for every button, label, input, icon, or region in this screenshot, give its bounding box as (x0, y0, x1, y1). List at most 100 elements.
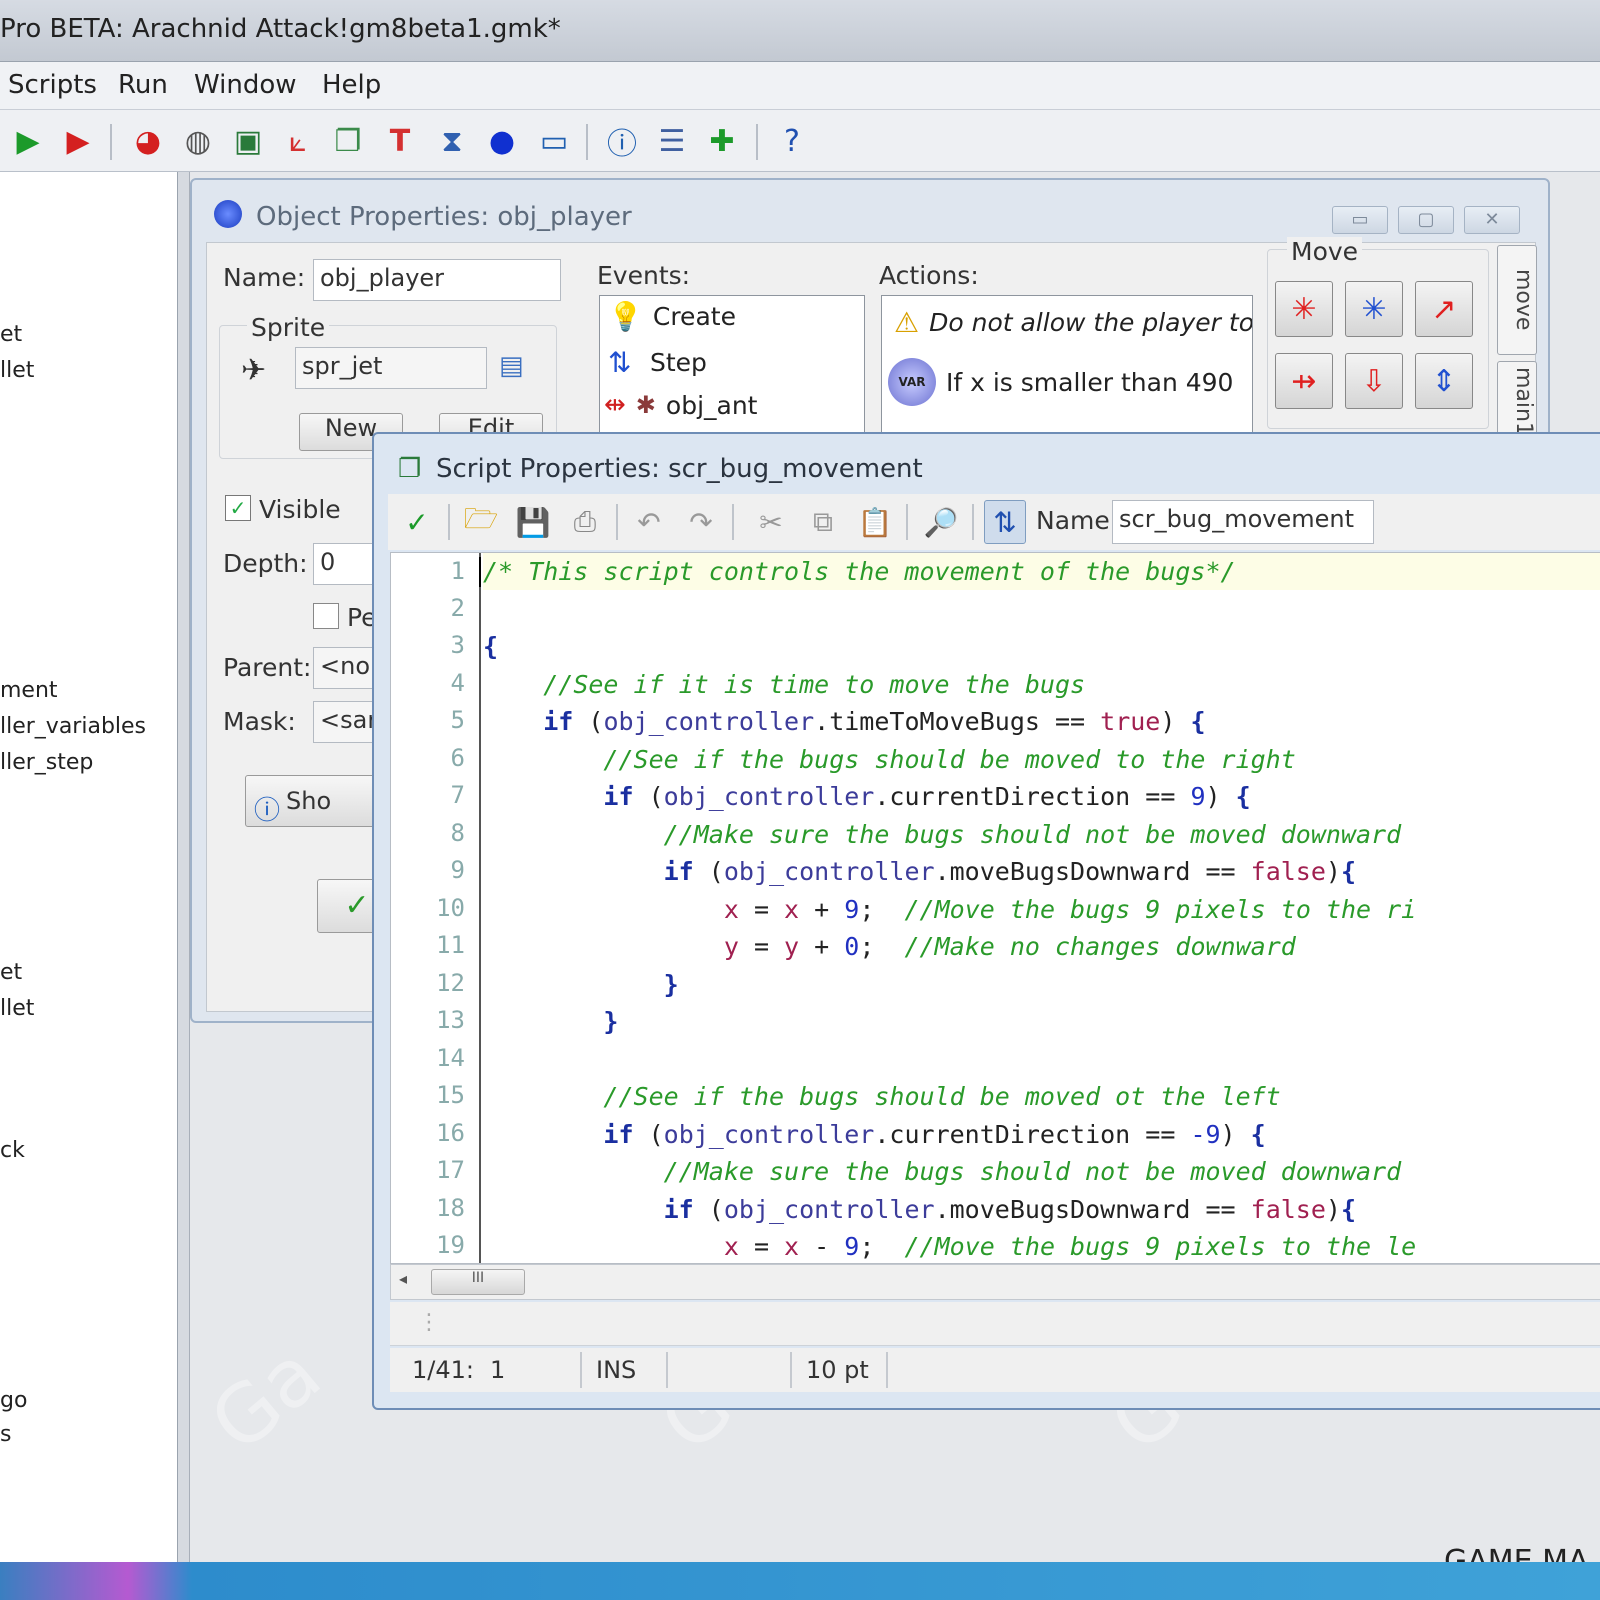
load-folder-icon[interactable]: 🗁 (460, 500, 502, 544)
game-info-icon[interactable]: ⓘ (602, 121, 642, 162)
code-line[interactable]: //See if it is time to move the bugs (483, 666, 1085, 703)
object-name-field[interactable]: obj_player (313, 259, 561, 301)
tree-item[interactable]: s (0, 1422, 11, 1447)
code-line[interactable]: if (obj_controller.moveBugsDownward == f… (483, 853, 1356, 890)
find-icon[interactable]: 🔎 (920, 500, 962, 544)
code-token: 9 (1190, 782, 1206, 811)
tab-move[interactable]: move (1497, 245, 1537, 355)
tree-item[interactable]: llet (0, 358, 34, 383)
gravity-icon[interactable]: ⇕ (1415, 353, 1473, 409)
run-debug-icon[interactable]: ▶ (58, 121, 98, 161)
paste-icon[interactable]: 📋 (854, 500, 896, 544)
line-number: 4 (450, 669, 465, 697)
tree-item[interactable]: llet (0, 996, 34, 1021)
code-line[interactable]: } (483, 1003, 618, 1040)
code-line[interactable]: x = x - 9; //Move the bugs 9 pixels to t… (483, 1228, 1416, 1263)
code-line[interactable]: x = x + 9; //Move the bugs 9 pixels to t… (483, 891, 1416, 928)
run-icon[interactable]: ▶ (8, 121, 48, 161)
code-line[interactable]: /* This script controls the movement of … (479, 553, 1236, 590)
code-token: ; (859, 932, 905, 961)
print-icon[interactable]: ⎙ (564, 500, 606, 544)
warning-icon: ⚠ (894, 306, 920, 339)
sprite-icon[interactable]: ◕ (128, 121, 168, 161)
code-line[interactable]: if (obj_controller.timeToMoveBugs == tru… (483, 703, 1205, 740)
script-message-area: ⋮ (390, 1302, 1600, 1346)
menu-scripts[interactable]: Scripts (8, 70, 97, 100)
save-icon[interactable]: 💾 (512, 500, 554, 544)
code-token: obj_controller (663, 782, 875, 811)
copy-icon[interactable]: ⧉ (802, 500, 844, 544)
code-line[interactable]: { (483, 628, 498, 665)
sprite-field[interactable]: spr_jet (295, 347, 487, 389)
code-token: } (603, 1007, 619, 1036)
action-comment[interactable]: ⚠ Do not allow the player to su (894, 306, 1252, 339)
timeline-icon[interactable]: ⧗ (432, 121, 472, 161)
redo-icon[interactable]: ↷ (680, 500, 722, 544)
syntax-check-icon[interactable]: ⇅ (984, 500, 1026, 544)
event-step[interactable]: ⇅ Step (608, 346, 707, 379)
action-if-variable[interactable]: VAR If x is smaller than 490 (888, 358, 1233, 406)
code-line[interactable]: if (obj_controller.currentDirection == -… (483, 1116, 1265, 1153)
menu-run[interactable]: Run (118, 70, 168, 100)
menu-help[interactable]: Help (322, 70, 381, 100)
room-icon[interactable]: ▭ (534, 121, 574, 161)
code-line[interactable]: } (483, 966, 679, 1003)
global-settings-icon[interactable]: ☰ (652, 121, 692, 161)
code-token: //See if the bugs should be moved to the… (603, 744, 1296, 774)
close-button[interactable]: ✕ (1464, 206, 1520, 234)
code-line[interactable]: //See if the bugs should be moved ot the… (483, 1078, 1280, 1115)
persistent-checkbox[interactable] (313, 603, 339, 629)
extension-icon[interactable]: ✚ (702, 121, 742, 161)
maximize-button[interactable]: ▢ (1398, 206, 1454, 234)
event-create[interactable]: 💡 Create (608, 300, 736, 333)
code-line[interactable]: if (obj_controller.currentDirection == 9… (483, 778, 1250, 815)
tab-main1[interactable]: main1 (1497, 361, 1537, 441)
scrollbar-thumb[interactable]: III (431, 1269, 525, 1295)
code-token: ) (1325, 857, 1341, 886)
visible-checkbox[interactable]: ✓ (225, 495, 251, 521)
script-name-field[interactable]: scr_bug_movement (1112, 500, 1374, 544)
move-fixed-icon[interactable]: ✳ (1275, 281, 1333, 337)
help-icon[interactable]: ? (772, 121, 812, 161)
object-window-titlebar[interactable]: Object Properties: obj_player ▭ ▢ ✕ (202, 186, 1542, 238)
undo-icon[interactable]: ↶ (628, 500, 670, 544)
code-line[interactable]: if (obj_controller.moveBugsDownward == f… (483, 1191, 1356, 1228)
tree-item[interactable]: ment (0, 678, 58, 703)
speed-vertical-icon[interactable]: ⇩ (1345, 353, 1403, 409)
tree-splitter[interactable] (178, 172, 190, 1562)
cut-icon[interactable]: ✂ (750, 500, 792, 544)
code-line[interactable]: //See if the bugs should be moved to the… (483, 741, 1296, 778)
tree-item[interactable]: ller_variables (0, 714, 146, 739)
ok-check-icon[interactable]: ✓ (396, 500, 438, 544)
tree-item[interactable]: et (0, 322, 22, 347)
code-line[interactable]: //Make sure the bugs should not be moved… (483, 1153, 1402, 1190)
lightbulb-icon: 💡 (608, 300, 643, 333)
event-collision-obj-ant[interactable]: ⇹ ✱ obj_ant (604, 390, 757, 420)
script-icon[interactable]: ❐ (328, 121, 368, 161)
code-line[interactable]: y = y + 0; //Make no changes downward (483, 928, 1296, 965)
object-icon[interactable]: ● (482, 121, 522, 161)
horizontal-scrollbar[interactable]: ◂ III (390, 1264, 1600, 1300)
tree-item[interactable]: ck (0, 1138, 25, 1163)
scroll-left-icon[interactable]: ◂ (399, 1269, 407, 1288)
move-towards-icon[interactable]: ↗ (1415, 281, 1473, 337)
text-caret (479, 557, 481, 587)
code-editor[interactable]: 1 2 3 4 5 6 7 8 9 10 11 12 13 14 15 16 1… (390, 552, 1600, 1264)
speed-horizontal-icon[interactable]: ⇸ (1275, 353, 1333, 409)
path-icon[interactable]: ⟀ (278, 121, 318, 161)
minimize-button[interactable]: ▭ (1332, 206, 1388, 234)
menu-window[interactable]: Window (194, 70, 297, 100)
tree-item[interactable]: go (0, 1388, 27, 1413)
code-line[interactable]: //Make sure the bugs should not be moved… (483, 816, 1402, 853)
line-number: 10 (436, 894, 465, 922)
tree-item[interactable]: et (0, 960, 22, 985)
move-free-icon[interactable]: ✳ (1345, 281, 1403, 337)
sprite-menu-icon[interactable]: ▤ (499, 351, 524, 381)
font-icon[interactable]: T (380, 121, 420, 161)
sound-icon[interactable]: ◍ (178, 121, 218, 161)
background-icon[interactable]: ▣ (228, 121, 268, 161)
tree-item[interactable]: ller_step (0, 750, 93, 775)
